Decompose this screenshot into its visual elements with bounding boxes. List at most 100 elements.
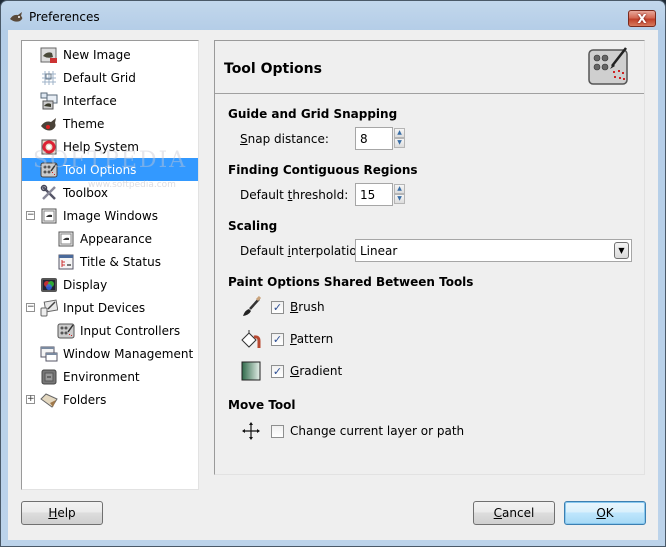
tree-item-default-grid[interactable]: Default Grid — [22, 66, 198, 89]
tree-item-window-management[interactable]: Window Management — [22, 342, 198, 365]
tool-options-large-icon — [588, 47, 628, 85]
brush-icon — [240, 296, 262, 318]
close-button[interactable]: X — [628, 10, 656, 27]
tree-item-help-system[interactable]: Help System — [22, 135, 198, 158]
tree-item-folders[interactable]: + Folders — [22, 388, 198, 411]
category-tree[interactable]: New Image Default Grid Interface Theme H… — [21, 40, 199, 490]
label-text: K — [605, 506, 614, 520]
gradient-checkbox[interactable]: ✓ — [271, 364, 284, 378]
interpolation-dropdown[interactable]: Linear ▼ — [355, 239, 632, 262]
bucket-fill-icon — [240, 328, 262, 350]
section-title-snapping: Guide and Grid Snapping — [228, 107, 398, 121]
increment-arrow-icon[interactable]: ▲ — [394, 184, 405, 194]
snap-distance-spinner[interactable]: ▲ ▼ — [355, 127, 405, 150]
snap-distance-label: Snap distance: — [240, 132, 329, 146]
tool-options-panel: Tool Options Guide and Grid Snapping Sna… — [214, 40, 645, 475]
tree-item-title-status[interactable]: Title & Status — [22, 250, 198, 273]
collapse-toggle[interactable]: − — [26, 211, 35, 220]
label-text: radient — [299, 364, 343, 378]
pattern-label: Pattern — [290, 332, 333, 346]
tree-item-environment[interactable]: Environment — [22, 365, 198, 388]
snap-distance-input[interactable] — [355, 127, 393, 150]
label-text: Default — [240, 188, 288, 202]
mnemonic: H — [48, 506, 58, 520]
label-text: elp — [57, 506, 76, 520]
close-icon: X — [637, 11, 647, 26]
pattern-checkbox[interactable]: ✓ — [271, 332, 284, 346]
spinner-arrows[interactable]: ▲ ▼ — [394, 128, 405, 149]
mnemonic: S — [240, 132, 248, 146]
mnemonic: C — [493, 506, 503, 520]
threshold-input[interactable] — [355, 183, 393, 206]
pattern-option[interactable]: ✓ Pattern — [240, 329, 333, 349]
help-button[interactable]: Help — [21, 501, 103, 525]
tree-item-image-windows[interactable]: − Image Windows — [22, 204, 198, 227]
ok-button[interactable]: OK — [564, 501, 646, 525]
tree-item-label: Folders — [63, 392, 107, 407]
tree-item-label: Environment — [63, 369, 140, 384]
tree-item-toolbox[interactable]: Toolbox — [22, 181, 198, 204]
label-text: attern — [296, 332, 334, 346]
tree-item-tool-options[interactable]: Tool Options — [22, 158, 198, 181]
change-layer-checkbox[interactable] — [271, 424, 284, 438]
tree-item-theme[interactable]: Theme — [22, 112, 198, 135]
panel-header: Tool Options — [215, 41, 644, 94]
tree-item-label: Window Management — [63, 346, 194, 361]
help-system-icon — [40, 138, 58, 156]
display-icon — [40, 276, 58, 294]
toolbox-icon — [40, 184, 58, 202]
tree-item-appearance[interactable]: Appearance — [22, 227, 198, 250]
tree-item-label: Input Devices — [63, 300, 146, 315]
folders-icon — [40, 391, 58, 409]
change-layer-option[interactable]: Change current layer or path — [240, 421, 464, 441]
brush-checkbox[interactable]: ✓ — [271, 300, 284, 314]
tree-item-label: Display — [63, 277, 108, 292]
environment-icon — [40, 368, 58, 386]
interpolation-value: Linear — [360, 244, 398, 258]
chevron-down-icon[interactable]: ▼ — [614, 242, 629, 259]
page-title: Tool Options — [224, 61, 322, 77]
theme-icon — [40, 115, 58, 133]
tree-item-label: Interface — [63, 93, 117, 108]
brush-option[interactable]: ✓ Brush — [240, 296, 325, 318]
input-devices-icon — [40, 298, 58, 317]
section-title-move-tool: Move Tool — [228, 398, 296, 412]
tree-item-interface[interactable]: Interface — [22, 89, 198, 112]
preferences-window: Preferences X New Image Default Grid Int… — [0, 0, 666, 547]
mnemonic: B — [290, 300, 299, 314]
input-controllers-icon — [57, 322, 75, 340]
image-windows-icon — [40, 207, 58, 225]
spinner-arrows[interactable]: ▲ ▼ — [394, 184, 405, 205]
collapse-toggle[interactable]: − — [26, 303, 35, 312]
threshold-label: Default threshold: — [240, 188, 348, 202]
label-text: ancel — [502, 506, 535, 520]
window-title: Preferences — [29, 10, 100, 24]
move-icon — [240, 420, 262, 442]
tree-item-input-controllers[interactable]: Input Controllers — [22, 319, 198, 342]
tree-item-label: Theme — [63, 116, 105, 131]
tree-item-label: Image Windows — [63, 208, 158, 223]
tree-item-new-image[interactable]: New Image — [22, 43, 198, 66]
tree-item-label: Default Grid — [63, 70, 136, 85]
section-title-paint-options: Paint Options Shared Between Tools — [228, 275, 474, 289]
threshold-spinner[interactable]: ▲ ▼ — [355, 183, 405, 206]
change-layer-label: Change current layer or path — [290, 424, 465, 438]
expand-toggle[interactable]: + — [26, 395, 35, 404]
decrement-arrow-icon[interactable]: ▼ — [394, 138, 405, 148]
gradient-option[interactable]: ✓ Gradient — [240, 361, 342, 381]
tree-item-label: Input Controllers — [80, 323, 181, 338]
appearance-icon — [57, 230, 75, 248]
section-title-contiguous: Finding Contiguous Regions — [228, 163, 418, 177]
title-status-icon — [57, 253, 75, 271]
decrement-arrow-icon[interactable]: ▼ — [394, 194, 405, 204]
label-text: Default — [240, 244, 288, 258]
increment-arrow-icon[interactable]: ▲ — [394, 128, 405, 138]
tree-item-display[interactable]: Display — [22, 273, 198, 296]
brush-label: Brush — [290, 300, 325, 314]
label-text: nap distance: — [247, 132, 329, 146]
tree-item-input-devices[interactable]: − Input Devices — [22, 296, 198, 319]
tool-options-icon — [40, 161, 58, 179]
tree-item-label: Tool Options — [63, 162, 137, 177]
gradient-icon — [240, 360, 262, 382]
cancel-button[interactable]: Cancel — [473, 501, 555, 525]
